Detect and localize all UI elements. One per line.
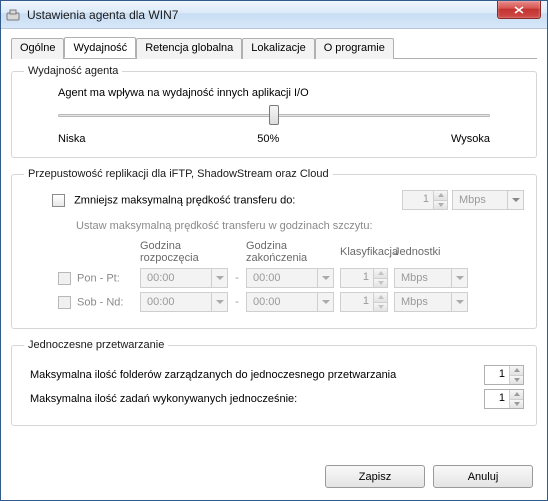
header-start: Godzina rozpoczęcia <box>140 240 228 264</box>
tab-strip: Ogólne Wydajność Retencja globalna Lokal… <box>11 37 537 59</box>
group-concurrent: Jednoczesne przetwarzanie Maksymalna ilo… <box>11 339 537 426</box>
close-button[interactable] <box>497 1 541 19</box>
reduce-checkbox[interactable] <box>52 194 65 207</box>
slider-low-label: Niska <box>58 133 86 145</box>
tab-retention[interactable]: Retencja globalna <box>136 38 242 59</box>
slider-percent: 50% <box>257 133 279 145</box>
weekday-checkbox <box>58 272 71 285</box>
tasks-input[interactable]: 1 <box>484 389 524 409</box>
reduce-spinner <box>433 191 447 209</box>
slider-thumb[interactable] <box>269 105 279 125</box>
save-button[interactable]: Zapisz <box>325 465 425 488</box>
performance-description: Agent ma wpływa na wydajność innych apli… <box>24 87 524 99</box>
group-agent-performance: Wydajność agenta Agent ma wpływa na wyda… <box>11 65 537 158</box>
tab-locations[interactable]: Lokalizacje <box>242 38 314 59</box>
group-bandwidth: Przepustowość replikacji dla iFTP, Shado… <box>11 168 537 329</box>
weekend-class-input: 1 <box>340 292 388 312</box>
legend-concurrent: Jednoczesne przetwarzanie <box>24 339 168 351</box>
close-icon <box>514 6 524 14</box>
weekday-class-input: 1 <box>340 268 388 288</box>
header-class: Klasyfikacja <box>340 246 388 258</box>
reduce-unit-combo: Mbps <box>452 190 524 210</box>
legend-bandwidth: Przepustowość replikacji dla iFTP, Shado… <box>24 168 333 180</box>
weekend-end-combo: 00:00 <box>246 292 334 312</box>
schedule-row-weekdays: Pon - Pt: 00:00 - 00:00 1 Mbps <box>54 268 524 288</box>
weekend-checkbox <box>58 296 71 309</box>
reduce-row: Zmniejsz maksymalną prędkość transferu d… <box>24 190 524 210</box>
weekday-start-combo: 00:00 <box>140 268 228 288</box>
weekday-end-combo: 00:00 <box>246 268 334 288</box>
folders-label: Maksymalna ilość folderów zarządzanych d… <box>30 369 396 381</box>
app-icon <box>5 7 21 23</box>
weekend-start-combo: 00:00 <box>140 292 228 312</box>
folders-input[interactable]: 1 <box>484 365 524 385</box>
dialog-window: Ustawienia agenta dla WIN7 Ogólne Wydajn… <box>0 0 548 501</box>
tab-general[interactable]: Ogólne <box>11 38 64 59</box>
slider-high-label: Wysoka <box>451 133 490 145</box>
cancel-button[interactable]: Anuluj <box>433 465 533 488</box>
tasks-label: Maksymalna ilość zadań wykonywanych jedn… <box>30 393 297 405</box>
chevron-down-icon <box>507 191 523 209</box>
button-bar: Zapisz Anuluj <box>325 465 533 488</box>
tab-about[interactable]: O programie <box>315 38 394 59</box>
schedule-label: Ustaw maksymalną prędkość transferu w go… <box>24 220 524 232</box>
reduce-label: Zmniejsz maksymalną prędkość transferu d… <box>74 194 295 206</box>
client-area: Ogólne Wydajność Retencja globalna Lokal… <box>1 29 547 500</box>
legend-agent-performance: Wydajność agenta <box>24 65 122 77</box>
header-end: Godzina zakończenia <box>246 240 334 264</box>
folders-spinner[interactable] <box>509 366 523 384</box>
schedule-row-weekend: Sob - Nd: 00:00 - 00:00 1 Mbps <box>54 292 524 312</box>
slider-labels: Niska 50% Wysoka <box>58 133 490 145</box>
tab-performance[interactable]: Wydajność <box>64 37 136 58</box>
header-unit: Jednostki <box>394 246 468 258</box>
title-bar[interactable]: Ustawienia agenta dla WIN7 <box>1 1 547 29</box>
tasks-spinner[interactable] <box>509 390 523 408</box>
window-title: Ustawienia agenta dla WIN7 <box>27 8 178 22</box>
schedule-header: Godzina rozpoczęcia Godzina zakończenia … <box>54 240 524 264</box>
performance-slider[interactable] <box>58 105 490 127</box>
weekend-unit-combo: Mbps <box>394 292 468 312</box>
reduce-value-input: 1 <box>402 190 448 210</box>
weekday-unit-combo: Mbps <box>394 268 468 288</box>
